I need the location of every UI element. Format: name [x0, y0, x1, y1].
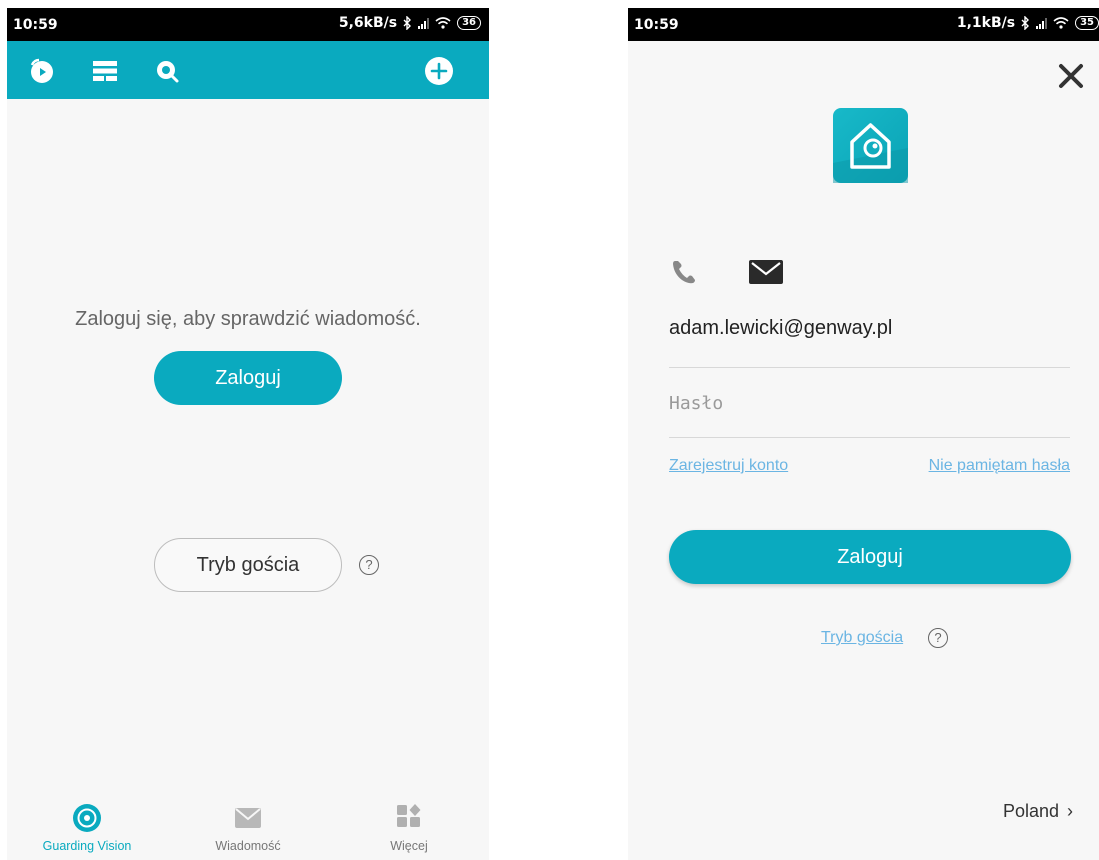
status-time: 10:59	[634, 17, 679, 33]
bluetooth-icon	[1021, 16, 1030, 30]
right-screen: 10:59 1,1kB/s 35 adam.lewicki@genway.pl …	[628, 8, 1099, 860]
password-placeholder: Hasło	[669, 393, 724, 414]
help-icon[interactable]: ?	[359, 555, 379, 575]
country-label: Poland	[1002, 801, 1059, 821]
nav-label: Guarding Vision	[42, 839, 132, 853]
status-bar: 10:59 1,1kB/s 35	[628, 8, 1099, 41]
battery-indicator: 36	[457, 16, 481, 30]
add-icon[interactable]	[424, 56, 454, 86]
signal-icon	[1036, 17, 1048, 29]
nav-label: Więcej	[390, 839, 428, 853]
status-time: 10:59	[13, 17, 58, 33]
status-right: 1,1kB/s 35	[957, 15, 1099, 31]
country-selector[interactable]: Poland ›	[1003, 801, 1073, 822]
network-speed: 5,6kB/s	[338, 15, 398, 31]
nav-wiecej[interactable]: Więcej	[329, 793, 489, 860]
mail-icon[interactable]	[749, 260, 783, 289]
layout-icon[interactable]	[92, 58, 118, 84]
login-button[interactable]: Zaloguj	[669, 530, 1071, 584]
guarding-vision-icon	[72, 803, 102, 838]
close-icon[interactable]	[1055, 60, 1087, 92]
nav-label: Wiadomość	[215, 839, 281, 853]
app-logo	[833, 108, 908, 183]
register-link[interactable]: Zarejestruj konto	[669, 457, 788, 475]
app-toolbar	[7, 41, 489, 99]
chevron-right-icon: ›	[1067, 801, 1073, 821]
help-icon[interactable]: ?	[928, 628, 948, 648]
wifi-icon	[435, 17, 451, 29]
phone-icon[interactable]	[670, 258, 698, 291]
bluetooth-icon	[403, 16, 412, 30]
network-speed: 1,1kB/s	[956, 15, 1016, 31]
login-prompt-message: Zaloguj się, aby sprawdzić wiadomość.	[75, 308, 421, 330]
playback-icon[interactable]	[29, 58, 55, 84]
envelope-icon	[235, 808, 261, 833]
password-field[interactable]: Hasło	[669, 361, 1070, 438]
status-right: 5,6kB/s 36	[339, 15, 481, 31]
email-field[interactable]: adam.lewicki@genway.pl	[669, 290, 1070, 368]
forgot-password-link[interactable]: Nie pamiętam hasła	[929, 457, 1070, 475]
nav-wiadomosc[interactable]: Wiadomość	[168, 793, 328, 860]
bottom-navigation: Guarding Vision Wiadomość Więcej	[7, 793, 489, 860]
left-screen: 10:59 5,6kB/s 36 Zaloguj się, aby sprawd…	[7, 8, 489, 860]
more-grid-icon	[396, 803, 422, 834]
signal-icon	[418, 17, 430, 29]
login-button[interactable]: Zaloguj	[154, 351, 342, 405]
guest-mode-button[interactable]: Tryb gościa	[154, 538, 342, 592]
status-bar: 10:59 5,6kB/s 36	[7, 8, 489, 41]
email-value: adam.lewicki@genway.pl	[669, 317, 893, 339]
guest-mode-link[interactable]: Tryb gościa	[821, 629, 903, 647]
search-icon[interactable]	[154, 58, 180, 84]
nav-guarding-vision[interactable]: Guarding Vision	[7, 793, 167, 860]
battery-indicator: 35	[1075, 16, 1099, 30]
wifi-icon	[1053, 17, 1069, 29]
